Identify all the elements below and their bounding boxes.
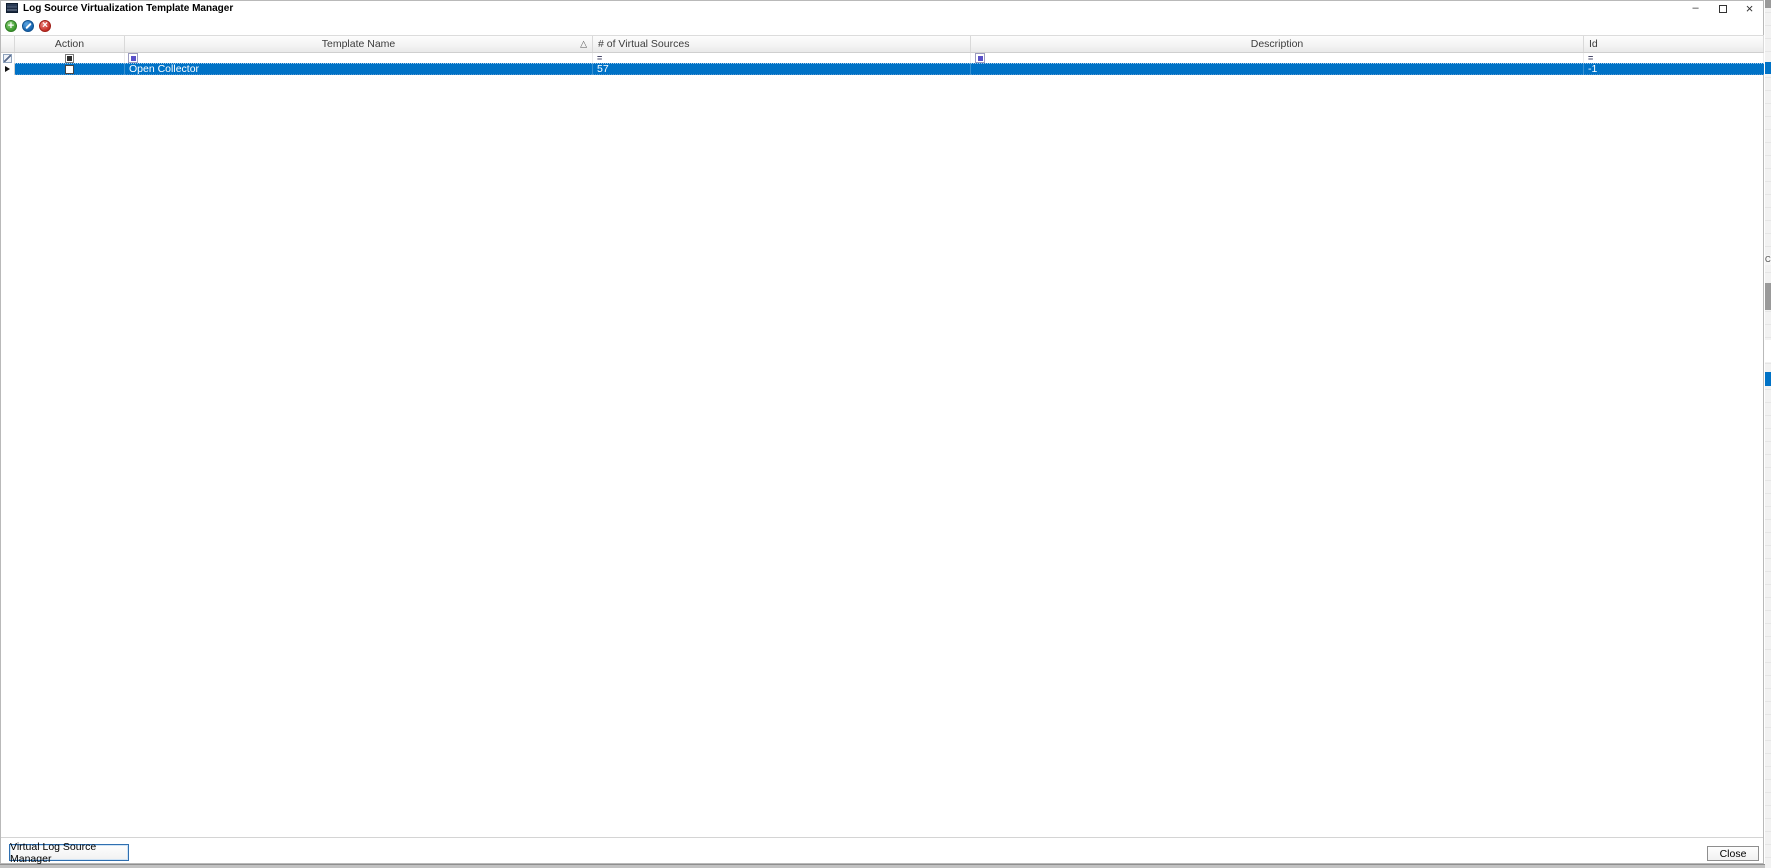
table-row-open-collector[interactable]: Open Collector 57 -1	[1, 63, 1764, 75]
column-header-template-name-label: Template Name	[321, 38, 396, 50]
grid-header-row: Action Template Name △ # of Virtual Sour…	[1, 35, 1764, 53]
cell-num-virtual-sources[interactable]: 57	[593, 63, 971, 75]
equals-operator-icon: =	[597, 52, 603, 63]
toolbar	[1, 17, 1763, 35]
cell-action[interactable]	[15, 63, 125, 75]
column-header-id-label: Id	[1589, 38, 1598, 50]
minimize-button[interactable]: –	[1682, 1, 1709, 17]
filter-cell-template-name[interactable]	[125, 53, 593, 63]
window-bottom-edge	[0, 864, 1765, 868]
filter-row-pencil-icon	[3, 53, 12, 63]
delete-template-button[interactable]	[39, 20, 51, 32]
footer-bar: Virtual Log Source Manager Close	[1, 837, 1763, 865]
action-checkbox-unchecked[interactable]	[65, 64, 74, 74]
close-button[interactable]: ×	[1736, 1, 1763, 17]
column-header-num-virtual-sources-label: # of Virtual Sources	[598, 38, 690, 50]
filter-row-indicator-cell	[1, 53, 15, 63]
template-manager-window: Log Source Virtualization Template Manag…	[0, 0, 1764, 865]
maximize-button[interactable]	[1709, 1, 1736, 17]
sort-ascending-icon: △	[580, 38, 587, 49]
description-filter-icon[interactable]	[975, 53, 985, 63]
close-dialog-label: Close	[1719, 847, 1747, 860]
background-window-fragment	[1765, 62, 1771, 74]
filter-cell-id[interactable]: =	[1584, 53, 1764, 63]
cell-id[interactable]: -1	[1584, 63, 1764, 75]
app-icon	[6, 3, 18, 13]
background-window-fragment	[1765, 372, 1771, 386]
filter-cell-description[interactable]	[971, 53, 1584, 63]
window-controls: – ×	[1682, 1, 1763, 17]
row-selector-cell[interactable]	[1, 63, 15, 75]
background-window-sliver: C	[1765, 0, 1771, 868]
id-value: -1	[1588, 63, 1598, 75]
window-title: Log Source Virtualization Template Manag…	[23, 3, 234, 14]
cell-description[interactable]	[971, 63, 1584, 75]
active-row-arrow-icon	[5, 66, 10, 72]
add-template-button[interactable]	[5, 20, 17, 32]
filter-cell-action[interactable]	[15, 53, 125, 63]
header-row-selector	[1, 36, 15, 52]
edit-pencil-icon	[24, 22, 32, 30]
maximize-icon	[1718, 5, 1727, 13]
template-name-filter-icon[interactable]	[128, 53, 138, 63]
screen: Log Source Virtualization Template Manag…	[0, 0, 1771, 868]
close-dialog-button[interactable]: Close	[1707, 846, 1759, 861]
cell-template-name[interactable]: Open Collector	[125, 63, 593, 75]
filter-cell-num-virtual-sources[interactable]: =	[593, 53, 971, 63]
column-header-template-name[interactable]: Template Name △	[125, 36, 593, 52]
action-filter-checkbox[interactable]	[65, 53, 74, 63]
background-window-fragment	[1765, 0, 1771, 8]
virtual-log-source-manager-button[interactable]: Virtual Log Source Manager	[9, 841, 129, 865]
close-icon: ×	[1745, 1, 1754, 16]
template-name-value: Open Collector	[129, 63, 200, 75]
background-window-text-fragment: C	[1765, 255, 1771, 265]
virtual-log-source-manager-label: Virtual Log Source Manager	[10, 840, 97, 865]
column-header-id[interactable]: Id	[1584, 36, 1764, 52]
column-header-description-label: Description	[1250, 38, 1304, 50]
column-header-description[interactable]: Description	[971, 36, 1584, 52]
minimize-icon: –	[1692, 1, 1699, 14]
titlebar: Log Source Virtualization Template Manag…	[1, 1, 1763, 16]
column-header-action[interactable]: Action	[15, 36, 125, 52]
background-scrollbar-thumb-fragment	[1765, 283, 1771, 310]
edit-template-button[interactable]	[22, 20, 34, 32]
column-header-num-virtual-sources[interactable]: # of Virtual Sources	[593, 36, 971, 52]
equals-operator-icon: =	[1588, 52, 1594, 63]
num-virtual-sources-value: 57	[597, 63, 609, 75]
grid-filter-row: = =	[1, 53, 1764, 63]
column-header-action-label: Action	[54, 38, 85, 50]
background-window-fragment	[1765, 340, 1771, 362]
